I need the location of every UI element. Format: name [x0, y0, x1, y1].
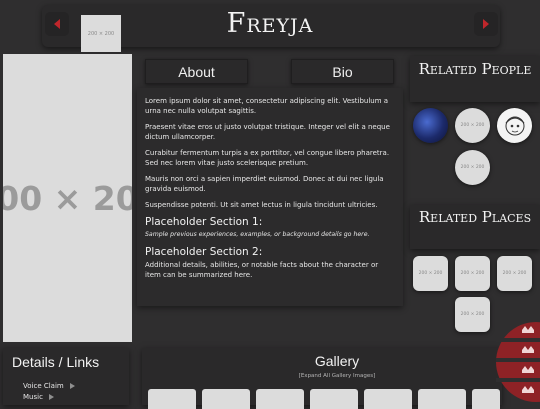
related-places-heading: Related Places	[410, 205, 540, 249]
arrow-left-icon	[54, 19, 60, 29]
related-place-thumb-1[interactable]: 200 × 200	[413, 256, 448, 291]
content-paragraph: Mauris non orci a sapien imperdiet euism…	[145, 175, 384, 193]
related-person-avatar-4[interactable]: 200 × 200	[455, 150, 490, 185]
details-heading: Details / Links	[12, 354, 100, 370]
section-1-text: Sample previous experiences, examples, o…	[145, 231, 370, 238]
section-2-heading: Placeholder Section 2:	[145, 246, 263, 258]
related-person-avatar-1[interactable]	[413, 108, 448, 143]
content-paragraph: Curabitur fermentum turpis a ex porttito…	[145, 149, 390, 167]
gallery-thumb[interactable]	[202, 389, 250, 409]
gallery-thumb[interactable]	[418, 389, 466, 409]
music-link[interactable]: Music	[23, 393, 54, 401]
related-place-thumb-3[interactable]: 200 × 200	[497, 256, 532, 291]
main-image-placeholder-text: 200 × 200	[3, 178, 132, 218]
related-people-heading: Related People	[410, 56, 540, 102]
tab-about[interactable]: About	[145, 59, 248, 84]
page-title: Freyja	[226, 8, 314, 39]
chevron-right-icon	[48, 394, 54, 400]
gallery-thumb[interactable]	[256, 389, 304, 409]
top-thumbnail-image[interactable]: 200 × 200	[81, 15, 121, 52]
next-button[interactable]	[474, 12, 498, 36]
voice-claim-link[interactable]: Voice Claim	[23, 382, 75, 390]
crown-emblem-icon[interactable]	[496, 316, 540, 408]
content-paragraph: Praesent vitae eros ut justo volutpat tr…	[145, 123, 390, 141]
section-1-heading: Placeholder Section 1:	[145, 216, 263, 228]
section-2-text: Additional details, abilities, or notabl…	[145, 261, 379, 279]
tab-bio[interactable]: Bio	[291, 59, 394, 84]
content-panel: Lorem ipsum dolor sit amet, consectetur …	[137, 88, 403, 306]
gallery-thumb[interactable]	[310, 389, 358, 409]
related-person-avatar-3[interactable]	[497, 108, 532, 143]
prev-button[interactable]	[45, 12, 69, 36]
expand-gallery-link[interactable]: [Expand All Gallery Images]	[142, 373, 532, 379]
gallery-thumb[interactable]	[148, 389, 196, 409]
content-paragraph: Lorem ipsum dolor sit amet, consectetur …	[145, 97, 389, 115]
related-person-avatar-2[interactable]: 200 × 200	[455, 108, 490, 143]
main-portrait-image[interactable]: 200 × 200	[3, 54, 132, 342]
chevron-right-icon	[69, 383, 75, 389]
gallery-thumb[interactable]	[364, 389, 412, 409]
related-place-thumb-4[interactable]: 200 × 200	[455, 297, 490, 332]
arrow-right-icon	[483, 19, 489, 29]
sketch-avatar-icon	[505, 116, 524, 135]
related-place-thumb-2[interactable]: 200 × 200	[455, 256, 490, 291]
gallery-title: Gallery	[314, 353, 360, 369]
content-paragraph: Suspendisse potenti. Ut sit amet lectus …	[145, 201, 378, 209]
